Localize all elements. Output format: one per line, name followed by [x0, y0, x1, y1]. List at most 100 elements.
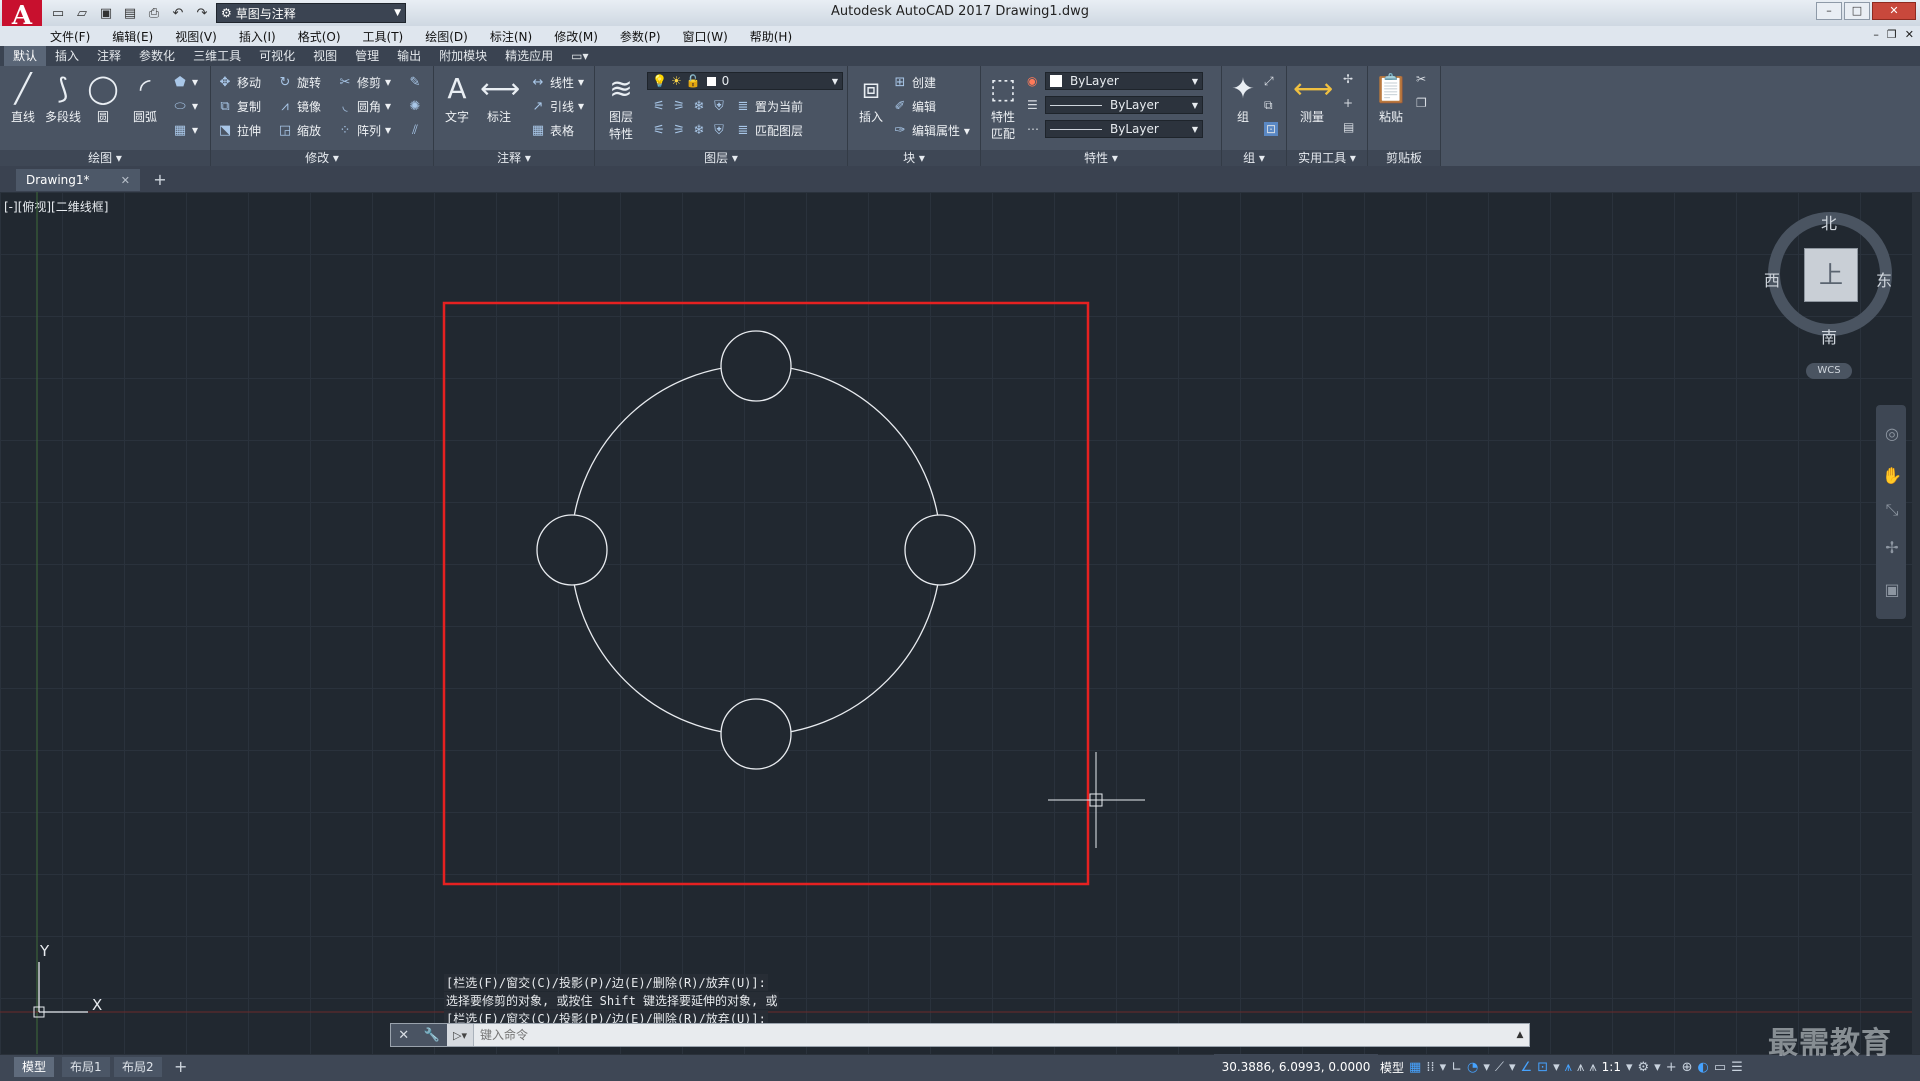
panel-modify-title[interactable]: 修改 ▾ [211, 150, 433, 166]
chevron-down-icon[interactable]: ▾ [1483, 1060, 1490, 1075]
new-tab-button[interactable]: + [150, 170, 170, 190]
erase-button[interactable]: ✎ [407, 72, 423, 92]
snap-icon[interactable]: ⁞⁞ [1426, 1060, 1434, 1075]
object-snap-icon[interactable]: ⊡ [1537, 1060, 1548, 1075]
circle-button[interactable]: ◯ 圆 [84, 70, 122, 125]
wrench-icon[interactable]: 🔧 [424, 1028, 440, 1043]
redo-icon[interactable]: ↷ [192, 4, 212, 22]
layer-thaw-icon[interactable]: ❄ [691, 123, 707, 138]
tab-output[interactable]: 输出 [388, 46, 430, 66]
close-tab-icon[interactable]: ✕ [121, 174, 130, 187]
lineweight-dropdown[interactable]: ByLayer ▼ [1045, 96, 1203, 114]
match-properties-button[interactable]: ⬚ 特性 匹配 [983, 70, 1023, 142]
ribbon-options-icon[interactable]: ▭▾ [562, 46, 597, 66]
copy-button[interactable]: ⧉ 复制 [217, 96, 261, 116]
layer-dropdown[interactable]: 💡 ☀ 🔓 0 ▼ [647, 72, 843, 90]
stretch-button[interactable]: ⬔ 拉伸 [217, 120, 261, 140]
group-select-icon[interactable]: ⊡ [1264, 122, 1279, 136]
close-icon[interactable]: ✕ [398, 1028, 409, 1043]
set-current-button[interactable]: ≣ 置为当前 [735, 96, 803, 116]
clean-screen-icon[interactable]: ▭ [1714, 1060, 1726, 1075]
layer-off-icon[interactable]: ⚟ [651, 99, 667, 114]
doc-minimize-button[interactable]: – [1873, 28, 1879, 41]
zoom-extents-icon[interactable]: ⤡ [1882, 500, 1902, 520]
save-as-icon[interactable]: ▤ [120, 4, 140, 22]
tab-visualize[interactable]: 可视化 [250, 46, 304, 66]
new-layout-button[interactable]: + [174, 1057, 187, 1076]
layer-isolate-icon[interactable]: ⚞ [671, 99, 687, 114]
tab-annotate[interactable]: 注释 [88, 46, 130, 66]
isodraft-icon[interactable]: ⟋ [1495, 1060, 1504, 1075]
tab-featured-apps[interactable]: 精选应用 [496, 46, 562, 66]
panel-utilities-title[interactable]: 实用工具 ▾ [1287, 150, 1367, 166]
coordinate-readout[interactable]: 30.3886, 6.0993, 0.0000 [1214, 1054, 1378, 1080]
menu-dimension[interactable]: 标注(N) [490, 28, 532, 45]
doc-close-button[interactable]: ✕ [1905, 28, 1914, 41]
compass-west[interactable]: 西 [1764, 267, 1780, 291]
color-dropdown[interactable]: ByLayer ▼ [1045, 72, 1203, 90]
command-history-toggle[interactable]: ▲ [1511, 1030, 1529, 1040]
fillet-button[interactable]: ◟ 圆角 ▾ [337, 96, 391, 116]
close-button[interactable]: ✕ [1872, 2, 1916, 20]
layer-properties-button[interactable]: ≋ 图层 特性 [599, 70, 643, 142]
auto-scale-icon[interactable]: ⩚ [1577, 1060, 1584, 1075]
tab-view[interactable]: 视图 [304, 46, 346, 66]
text-button[interactable]: A 文字 [438, 70, 476, 125]
chevron-down-icon[interactable]: ▾ [1509, 1060, 1516, 1075]
hardware-acceleration-icon[interactable]: ◐ [1698, 1060, 1709, 1075]
doc-restore-button[interactable]: ❐ [1887, 28, 1897, 41]
menu-file[interactable]: 文件(F) [50, 28, 90, 45]
print-icon[interactable]: ⎙ [144, 4, 164, 22]
open-icon[interactable]: ▱ [72, 4, 92, 22]
ungroup-icon[interactable]: ⤢ [1264, 74, 1274, 89]
calculator-icon[interactable]: ▤ [1343, 120, 1354, 134]
array-button[interactable]: ⁘ 阵列 ▾ [337, 120, 392, 140]
line-button[interactable]: ╱ 直线 [4, 70, 42, 125]
offset-button[interactable]: ⫽ [407, 120, 423, 140]
linetype-dropdown[interactable]: ByLayer ▼ [1045, 120, 1203, 138]
menu-help[interactable]: 帮助(H) [750, 28, 792, 45]
move-button[interactable]: ✥ 移动 [217, 72, 261, 92]
minimize-button[interactable]: – [1816, 2, 1842, 20]
panel-properties-title[interactable]: 特性 ▾ [981, 150, 1221, 166]
wcs-menu[interactable]: WCS [1806, 363, 1852, 379]
explode-button[interactable]: ✺ [407, 96, 423, 116]
tab-insert[interactable]: 插入 [46, 46, 88, 66]
scale-button[interactable]: ◲ 缩放 [277, 120, 321, 140]
viewport-controls-label[interactable]: [-][俯视][二维线框] [4, 198, 108, 215]
leader-button[interactable]: ↗ 引线 ▾ [530, 96, 585, 116]
paste-button[interactable]: 📋 粘贴 [1372, 70, 1410, 125]
layer-lock-icon[interactable]: ⛨ [711, 99, 727, 114]
command-prompt-icon[interactable]: ▷▾ [447, 1024, 474, 1046]
annotation-scale-value[interactable]: 1:1 [1602, 1060, 1621, 1074]
orbit-icon[interactable]: ✢ [1882, 538, 1902, 557]
insert-block-button[interactable]: ⧈ 插入 [852, 70, 890, 125]
polar-icon[interactable]: ◔ [1467, 1060, 1478, 1075]
save-icon[interactable]: ▣ [96, 4, 116, 22]
tab-model[interactable]: 模型 [14, 1057, 55, 1077]
menu-parametric[interactable]: 参数(P) [620, 28, 661, 45]
pan-icon[interactable]: ✋ [1882, 466, 1902, 485]
menu-tools[interactable]: 工具(T) [363, 28, 404, 45]
panel-clipboard-title[interactable]: 剪贴板 [1368, 150, 1440, 166]
tab-layout2[interactable]: 布局2 [114, 1057, 162, 1077]
layer-unlock-icon[interactable]: ⛨ [711, 123, 727, 138]
plus-icon[interactable]: + [1666, 1060, 1677, 1075]
menu-view[interactable]: 视图(V) [175, 28, 217, 45]
annotation-scale-icon[interactable]: ⩚ [1589, 1060, 1596, 1075]
menu-draw[interactable]: 绘图(D) [425, 28, 468, 45]
hatch-button[interactable]: ▦ ▾ [172, 120, 198, 140]
compass-east[interactable]: 东 [1876, 267, 1892, 291]
match-layer-button[interactable]: ≣ 匹配图层 [735, 120, 803, 140]
linear-dim-button[interactable]: ↔ 线性 ▾ [530, 72, 585, 92]
isolate-objects-icon[interactable]: ⊕ [1682, 1060, 1693, 1075]
menu-modify[interactable]: 修改(M) [554, 28, 598, 45]
chevron-down-icon[interactable]: ▾ [1553, 1060, 1560, 1075]
polygon-button[interactable]: ⬟ ▾ [172, 72, 198, 92]
edit-attributes-button[interactable]: ✑ 编辑属性 ▾ [892, 120, 970, 140]
point-icon[interactable]: + [1343, 96, 1353, 110]
vertical-scrollbar[interactable] [1912, 192, 1920, 1054]
group-edit-icon[interactable]: ⧉ [1264, 98, 1273, 113]
polyline-button[interactable]: ⟆ 多段线 [44, 70, 82, 125]
create-block-button[interactable]: ⊞ 创建 [892, 72, 936, 92]
